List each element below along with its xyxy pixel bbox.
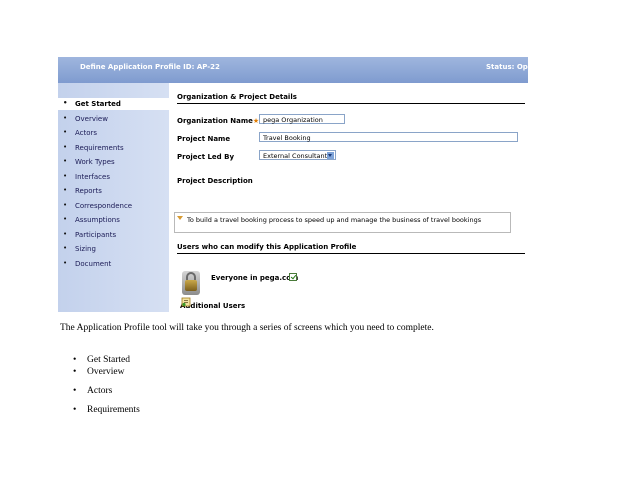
sidebar-item-label: Sizing bbox=[75, 245, 96, 253]
bullet-icon: • bbox=[63, 244, 68, 252]
bullet-icon: • bbox=[63, 114, 68, 122]
title-bar: Define Application Profile ID: AP-22 Sta… bbox=[58, 57, 528, 83]
sidebar-item-get-started[interactable]: • Get Started bbox=[58, 98, 169, 110]
bullet-icon: • bbox=[63, 172, 68, 180]
sidebar-item-overview[interactable]: • Overview bbox=[58, 113, 169, 125]
bullet-icon: • bbox=[63, 157, 68, 165]
sidebar-item-interfaces[interactable]: • Interfaces bbox=[58, 171, 169, 183]
project-led-by-label: Project Led By bbox=[177, 153, 235, 161]
bullet-icon: • bbox=[63, 186, 68, 194]
org-name-input[interactable]: pega Organization bbox=[259, 114, 345, 124]
sidebar-item-label: Requirements bbox=[75, 144, 124, 152]
expand-triangle-icon[interactable] bbox=[177, 216, 183, 220]
intro-paragraph: The Application Profile tool will take y… bbox=[60, 323, 434, 333]
section-divider bbox=[177, 103, 525, 104]
project-led-by-select[interactable]: External Consultants bbox=[259, 150, 336, 160]
bullet-icon: • bbox=[63, 99, 68, 107]
profile-title: Define Application Profile ID: AP-22 bbox=[80, 63, 220, 71]
sidebar-item-participants[interactable]: • Participants bbox=[58, 229, 169, 241]
list-item: Requirements bbox=[87, 405, 140, 415]
bullet-icon: • bbox=[63, 143, 68, 151]
project-description-text: To build a travel booking process to spe… bbox=[187, 216, 482, 224]
everyone-checkbox[interactable] bbox=[289, 273, 297, 281]
sidebar-item-label: Overview bbox=[75, 115, 108, 123]
bullet-icon: • bbox=[63, 230, 68, 238]
sidebar-item-label: Correspondence bbox=[75, 202, 133, 210]
project-description-label: Project Description bbox=[177, 177, 253, 185]
sidebar-item-label: Reports bbox=[75, 187, 102, 195]
sidebar-item-correspondence[interactable]: • Correspondence bbox=[58, 200, 169, 212]
users-section-title: Users who can modify this Application Pr… bbox=[177, 243, 357, 251]
sidebar-item-label: Assumptions bbox=[75, 216, 120, 224]
sidebar-item-label: Actors bbox=[75, 129, 98, 137]
section-title: Organization & Project Details bbox=[177, 93, 297, 101]
dropdown-arrow-icon[interactable] bbox=[327, 152, 334, 159]
sidebar-item-label: Interfaces bbox=[75, 173, 110, 181]
sidebar-item-work-types[interactable]: • Work Types bbox=[58, 156, 169, 168]
everyone-label: Everyone in pega.com bbox=[211, 274, 299, 282]
application-profile-screenshot: Define Application Profile ID: AP-22 Sta… bbox=[58, 57, 528, 312]
sidebar-item-label: Participants bbox=[75, 231, 117, 239]
add-user-icon[interactable] bbox=[181, 297, 191, 307]
org-name-label: Organization Name★ bbox=[177, 117, 260, 125]
sidebar-item-label: Work Types bbox=[75, 158, 115, 166]
bullet-icon: • bbox=[63, 215, 68, 223]
bullet-icon: • bbox=[73, 405, 77, 415]
list-item: Get Started bbox=[87, 355, 131, 365]
sidebar-item-label: Get Started bbox=[75, 100, 121, 108]
project-name-label: Project Name bbox=[177, 135, 231, 143]
users-divider bbox=[177, 253, 525, 254]
sidebar-item-actors[interactable]: • Actors bbox=[58, 127, 169, 139]
sidebar-item-sizing[interactable]: • Sizing bbox=[58, 243, 169, 255]
lock-icon bbox=[182, 271, 200, 295]
list-item: Overview bbox=[87, 367, 125, 377]
bullet-icon: • bbox=[63, 201, 68, 209]
sidebar-item-requirements[interactable]: • Requirements bbox=[58, 142, 169, 154]
bullet-icon: • bbox=[73, 367, 77, 377]
sidebar-item-reports[interactable]: • Reports bbox=[58, 185, 169, 197]
sidebar-item-assumptions[interactable]: • Assumptions bbox=[58, 214, 169, 226]
bullet-icon: • bbox=[63, 259, 68, 267]
main-panel: Organization & Project Details Organizat… bbox=[169, 83, 528, 312]
project-description-field[interactable]: To build a travel booking process to spe… bbox=[174, 212, 511, 233]
project-name-input[interactable]: Travel Booking bbox=[259, 132, 518, 142]
sidebar-item-label: Document bbox=[75, 260, 112, 268]
bullet-icon: • bbox=[73, 355, 77, 365]
status-text: Status: Ope bbox=[486, 63, 528, 71]
bullet-icon: • bbox=[63, 128, 68, 136]
list-item: Actors bbox=[87, 386, 113, 396]
project-led-by-value: External Consultants bbox=[263, 152, 331, 160]
bullet-icon: • bbox=[73, 386, 77, 396]
sidebar-item-document[interactable]: • Document bbox=[58, 258, 169, 270]
sidebar: • Get Started • Overview • Actors • Requ… bbox=[58, 83, 169, 312]
